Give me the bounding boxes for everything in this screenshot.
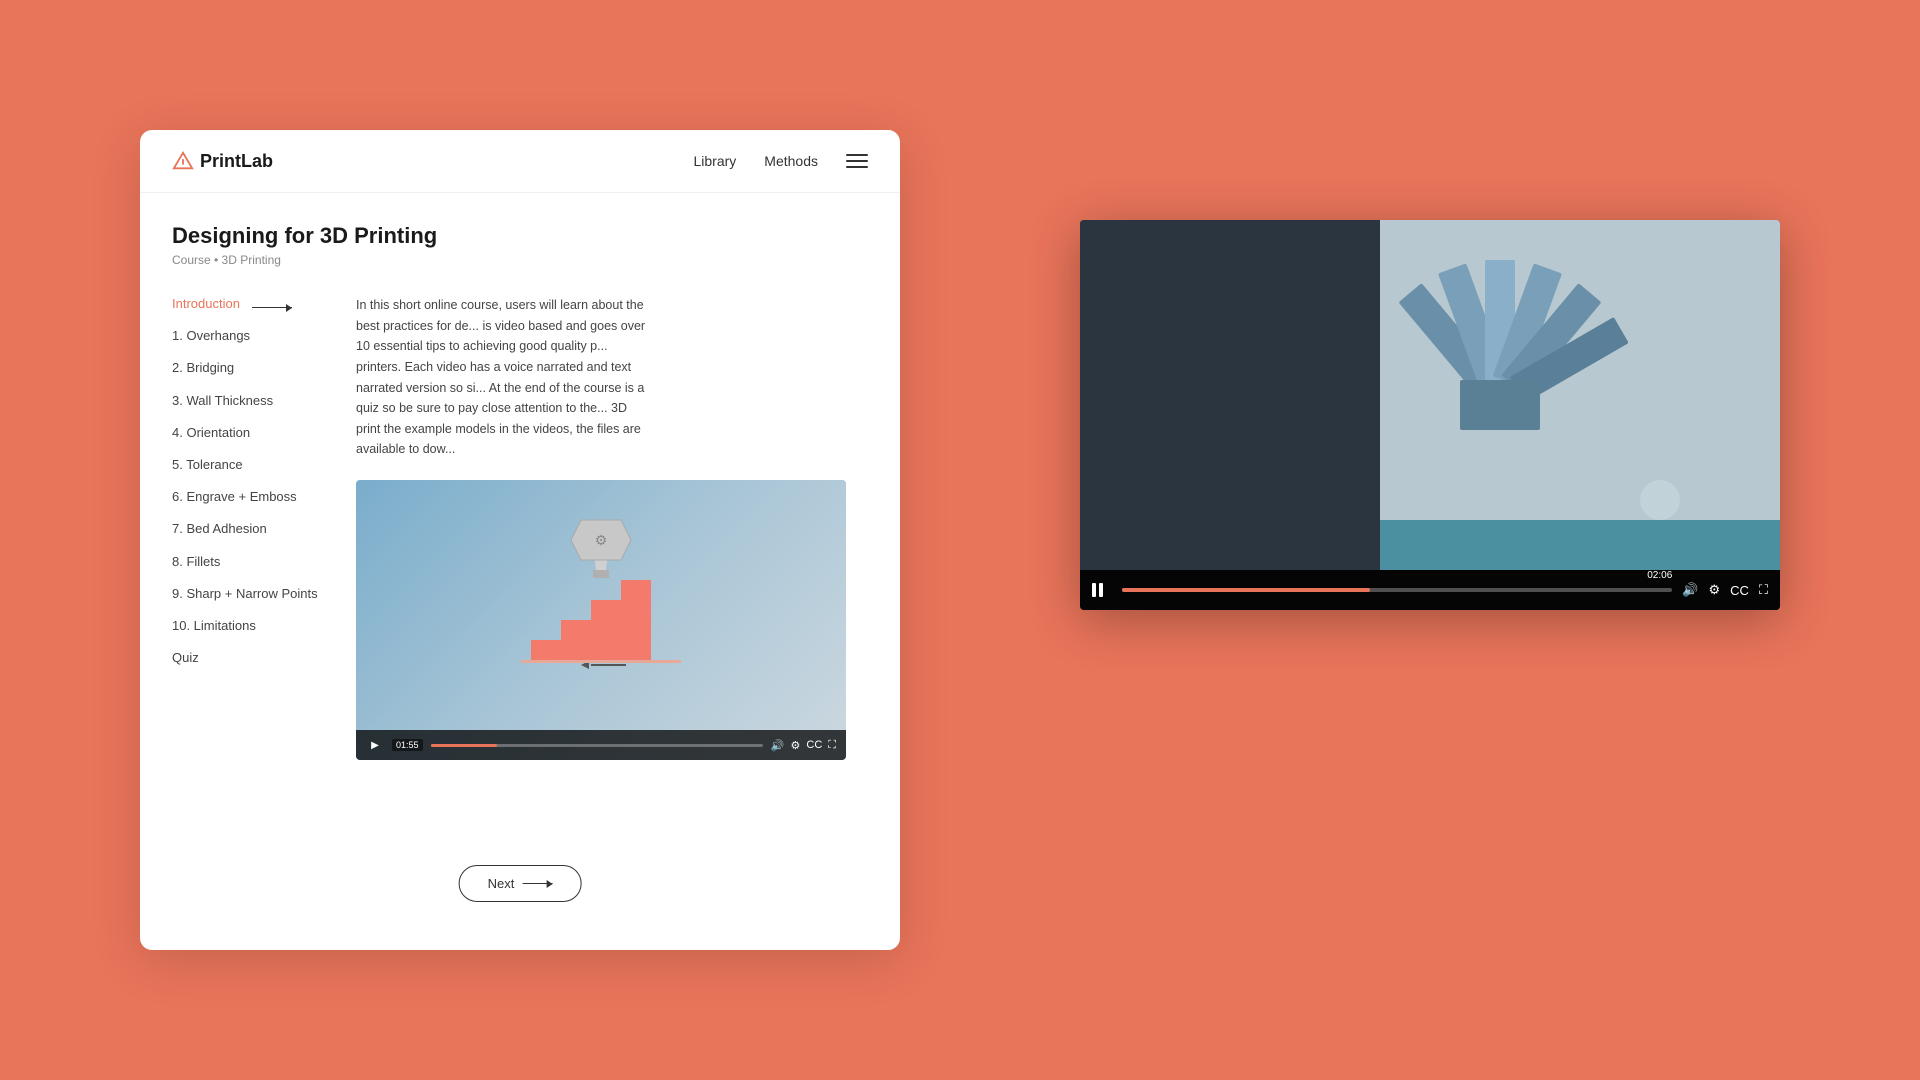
svg-text:⚙: ⚙ bbox=[595, 532, 608, 548]
sidebar-item-orientation[interactable]: 4. Orientation bbox=[172, 424, 332, 442]
fan-illustration bbox=[1080, 220, 1780, 570]
main-card: PrintLab Library Methods Designing for 3… bbox=[140, 130, 900, 950]
navbar: PrintLab Library Methods bbox=[140, 130, 900, 193]
nav-methods[interactable]: Methods bbox=[764, 153, 818, 169]
progress-fill-large bbox=[1122, 588, 1370, 592]
time-badge-small: 01:55 bbox=[392, 739, 423, 751]
course-meta: Course • 3D Printing bbox=[172, 253, 868, 267]
video-controls-small: ▶ 01:55 🔊 ⚙ CC ⛶ bbox=[356, 730, 846, 760]
main-layout: Introduction 1. Overhangs 2. Bridging 3.… bbox=[172, 295, 868, 760]
cc-icon-large[interactable]: CC bbox=[1730, 583, 1749, 598]
fullscreen-icon-large[interactable]: ⛶ bbox=[1759, 582, 1768, 598]
progress-bar-small[interactable] bbox=[431, 744, 763, 747]
fullscreen-icon-small[interactable]: ⛶ bbox=[828, 739, 836, 752]
pause-button-large[interactable] bbox=[1092, 580, 1112, 600]
cc-icon-small[interactable]: CC bbox=[806, 739, 822, 751]
video-card-inner: 02:06 🔊 ⚙ CC ⛶ bbox=[1080, 220, 1780, 610]
sidebar-item-bridging[interactable]: 2. Bridging bbox=[172, 359, 332, 377]
settings-icon-large[interactable]: ⚙ bbox=[1708, 582, 1720, 598]
sidebar-item-tolerance[interactable]: 5. Tolerance bbox=[172, 456, 332, 474]
sidebar: Introduction 1. Overhangs 2. Bridging 3.… bbox=[172, 295, 332, 760]
volume-icon-small[interactable]: 🔊 bbox=[771, 739, 785, 752]
right-content: In this short online course, users will … bbox=[356, 295, 868, 760]
video-thumbnail-small: ⚙ bbox=[356, 480, 846, 760]
hamburger-menu[interactable] bbox=[846, 154, 868, 168]
nav-links: Library Methods bbox=[694, 153, 869, 169]
print-illustration: ⚙ bbox=[471, 510, 731, 730]
sidebar-item-quiz[interactable]: Quiz bbox=[172, 649, 332, 667]
sidebar-label-introduction: Introduction bbox=[172, 296, 240, 311]
progress-fill-small bbox=[431, 744, 497, 747]
control-icons-large: 🔊 ⚙ CC ⛶ bbox=[1682, 582, 1768, 598]
next-arrow-icon bbox=[522, 883, 552, 885]
sidebar-item-overhangs[interactable]: 1. Overhangs bbox=[172, 327, 332, 345]
sidebar-item-wall-thickness[interactable]: 3. Wall Thickness bbox=[172, 392, 332, 410]
play-button-small[interactable]: ▶ bbox=[366, 736, 384, 754]
volume-icon-large[interactable]: 🔊 bbox=[1682, 582, 1698, 598]
logo[interactable]: PrintLab bbox=[172, 150, 273, 172]
sidebar-item-fillets[interactable]: 8. Fillets bbox=[172, 553, 332, 571]
next-btn-container: Next bbox=[459, 865, 582, 902]
page-title: Designing for 3D Printing bbox=[172, 223, 868, 249]
logo-text: PrintLab bbox=[200, 151, 273, 172]
control-icons-small: 🔊 ⚙ CC ⛶ bbox=[771, 739, 836, 752]
sidebar-item-sharp-narrow-points[interactable]: 9. Sharp + Narrow Points bbox=[172, 585, 332, 603]
course-description: In this short online course, users will … bbox=[356, 295, 646, 460]
video-thumbnail-large bbox=[1080, 220, 1780, 570]
time-badge-large: 02:06 bbox=[1647, 570, 1672, 581]
page-content: Designing for 3D Printing Course • 3D Pr… bbox=[140, 193, 900, 790]
sidebar-item-limitations[interactable]: 10. Limitations bbox=[172, 617, 332, 635]
sidebar-item-bed-adhesion[interactable]: 7. Bed Adhesion bbox=[172, 520, 332, 538]
next-button[interactable]: Next bbox=[459, 865, 582, 902]
sidebar-item-introduction[interactable]: Introduction bbox=[172, 295, 332, 313]
video-card-large[interactable]: 02:06 🔊 ⚙ CC ⛶ bbox=[1080, 220, 1780, 610]
logo-icon bbox=[172, 150, 194, 172]
video-player-small[interactable]: ⚙ bbox=[356, 480, 846, 760]
next-button-label: Next bbox=[488, 876, 515, 891]
settings-icon-small[interactable]: ⚙ bbox=[791, 739, 801, 752]
sidebar-item-engrave-emboss[interactable]: 6. Engrave + Emboss bbox=[172, 488, 332, 506]
active-arrow-icon bbox=[252, 307, 292, 309]
nav-library[interactable]: Library bbox=[694, 153, 737, 169]
progress-bar-large[interactable]: 02:06 bbox=[1122, 588, 1672, 592]
video-controls-large: 02:06 🔊 ⚙ CC ⛶ bbox=[1080, 570, 1780, 610]
